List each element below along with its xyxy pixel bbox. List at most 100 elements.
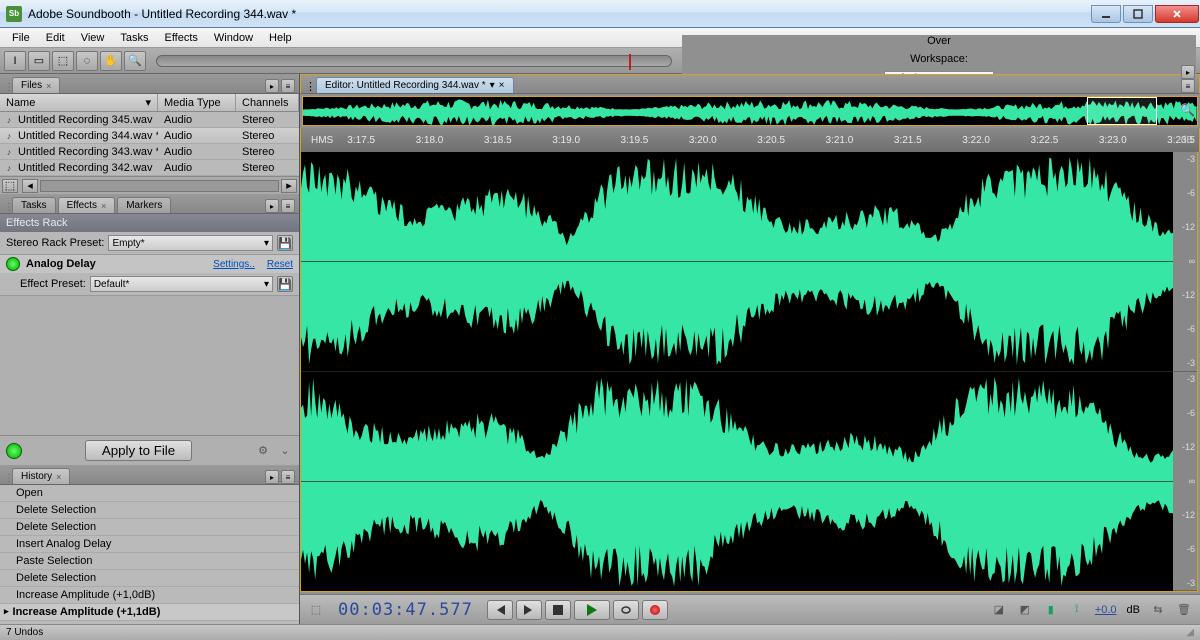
column-name[interactable]: Name▾ bbox=[0, 94, 158, 111]
column-media-type[interactable]: Media Type bbox=[158, 94, 236, 111]
file-name: Untitled Recording 345.wav bbox=[18, 114, 158, 126]
panel-grip-icon[interactable]: ⋮ bbox=[4, 82, 12, 93]
tab-editor[interactable]: Editor: Untitled Recording 344.wav *▾× bbox=[316, 77, 514, 93]
go-to-end-button[interactable] bbox=[516, 600, 542, 620]
level-meter-icon[interactable]: ⟟ bbox=[1069, 603, 1085, 617]
panel-options-button[interactable]: ≡ bbox=[1181, 79, 1195, 93]
history-item[interactable]: Open bbox=[0, 485, 299, 502]
tool-marquee[interactable]: ⬚ bbox=[52, 51, 74, 71]
history-item[interactable]: Delete Selection bbox=[0, 519, 299, 536]
effect-settings-link[interactable]: Settings.. bbox=[213, 259, 255, 270]
history-item[interactable]: Insert Analog Delay bbox=[0, 536, 299, 553]
files-scrollbar[interactable]: ⬚ ◂ ▸ bbox=[0, 176, 299, 194]
status-bar: 7 Undos ◢ bbox=[0, 624, 1200, 640]
loop-region-icon[interactable]: ⇆ bbox=[1150, 603, 1166, 617]
tool-bin-icon[interactable]: ⬚ bbox=[2, 179, 18, 193]
view-zoom-out-icon[interactable]: ◪ bbox=[991, 603, 1007, 617]
effect-power-toggle[interactable] bbox=[6, 257, 20, 271]
close-icon[interactable]: × bbox=[46, 81, 51, 91]
effects-rack-header: Effects Rack bbox=[0, 214, 299, 232]
history-item[interactable]: Paste Selection bbox=[0, 553, 299, 570]
spectral-view-icon[interactable]: ▮ bbox=[1043, 603, 1059, 617]
app-icon: Sb bbox=[6, 6, 22, 22]
navigator-slider[interactable] bbox=[156, 55, 672, 67]
panel-options-button[interactable]: ≡ bbox=[281, 199, 295, 213]
file-row[interactable]: ♪Untitled Recording 345.wavAudioStereo bbox=[0, 112, 299, 128]
rack-preset-select[interactable]: Empty*▾ bbox=[108, 235, 273, 251]
menu-window[interactable]: Window bbox=[206, 30, 261, 46]
panel-options-button[interactable]: ≡ bbox=[281, 79, 295, 93]
history-item[interactable]: Increase Amplitude (+1,0dB) bbox=[0, 587, 299, 604]
go-to-start-button[interactable] bbox=[487, 600, 513, 620]
tab-history[interactable]: History× bbox=[12, 468, 70, 484]
window-close-button[interactable] bbox=[1155, 5, 1199, 23]
tab-effects[interactable]: Effects× bbox=[58, 197, 116, 213]
rack-delete-icon[interactable]: ⌄ bbox=[277, 444, 293, 458]
panel-menu-button[interactable]: ▸ bbox=[265, 470, 279, 484]
waveform-canvas[interactable] bbox=[301, 152, 1173, 591]
panel-options-button[interactable]: ≡ bbox=[281, 470, 295, 484]
tab-tasks[interactable]: Tasks bbox=[12, 197, 56, 213]
menu-edit[interactable]: Edit bbox=[38, 30, 73, 46]
tab-files[interactable]: Files× bbox=[12, 77, 60, 93]
stop-button[interactable] bbox=[545, 600, 571, 620]
menu-tasks[interactable]: Tasks bbox=[112, 30, 156, 46]
menu-effects[interactable]: Effects bbox=[156, 30, 205, 46]
window-maximize-button[interactable] bbox=[1123, 5, 1153, 23]
close-icon[interactable]: × bbox=[499, 80, 505, 91]
volume-db-value[interactable]: +0.0 bbox=[1095, 604, 1117, 616]
file-channels: Stereo bbox=[236, 130, 274, 142]
tool-time-select[interactable]: I bbox=[4, 51, 26, 71]
menu-view[interactable]: View bbox=[73, 30, 113, 46]
history-panel-tabbar: ⋮ History× ▸≡ bbox=[0, 465, 299, 485]
panel-grip-icon[interactable]: ⋮ bbox=[4, 202, 12, 213]
file-row[interactable]: ♪Untitled Recording 344.wav *AudioStereo bbox=[0, 128, 299, 144]
loop-button[interactable] bbox=[613, 600, 639, 620]
history-item[interactable]: Delete Selection bbox=[0, 570, 299, 587]
record-button[interactable] bbox=[642, 600, 668, 620]
effect-preset-save-button[interactable]: 💾 bbox=[277, 276, 293, 292]
close-icon[interactable]: × bbox=[56, 472, 61, 482]
tool-hand[interactable]: ✋ bbox=[100, 51, 122, 71]
panel-menu-button[interactable]: ▸ bbox=[265, 199, 279, 213]
column-channels[interactable]: Channels bbox=[236, 94, 299, 111]
panel-menu-button[interactable]: ▸ bbox=[1181, 65, 1195, 79]
apply-to-file-button[interactable]: Apply to File bbox=[85, 440, 192, 461]
trash-icon[interactable]: 🗑 bbox=[1176, 603, 1192, 617]
timecode[interactable]: 00:03:47.577 bbox=[338, 600, 473, 620]
menu-help[interactable]: Help bbox=[261, 30, 300, 46]
file-channels: Stereo bbox=[236, 146, 274, 158]
scroll-right-button[interactable]: ▸ bbox=[281, 179, 297, 193]
panel-menu-button[interactable]: ▸ bbox=[265, 79, 279, 93]
scroll-track[interactable] bbox=[40, 180, 279, 192]
resize-grip-icon[interactable]: ◢ bbox=[1186, 627, 1194, 638]
history-item[interactable]: Delete Selection bbox=[0, 502, 299, 519]
play-button[interactable] bbox=[574, 600, 610, 620]
close-icon[interactable]: × bbox=[101, 201, 106, 211]
view-zoom-in-icon[interactable]: ◩ bbox=[1017, 603, 1033, 617]
history-item-current[interactable]: Increase Amplitude (+1,1dB) bbox=[0, 604, 299, 621]
tool-zoom[interactable]: 🔍 bbox=[124, 51, 146, 71]
window-minimize-button[interactable] bbox=[1091, 5, 1121, 23]
rack-power-toggle[interactable] bbox=[6, 443, 22, 459]
preset-save-button[interactable]: 💾 bbox=[277, 235, 293, 251]
panel-grip-icon[interactable]: ⋮ bbox=[305, 80, 316, 93]
overview-viewport[interactable] bbox=[1087, 97, 1157, 125]
effect-preset-select[interactable]: Default*▾ bbox=[90, 276, 273, 292]
tool-lasso[interactable]: ◌ bbox=[76, 51, 98, 71]
time-ruler[interactable]: HMS 3:17.53:18.03:18.53:19.03:19.53:20.0… bbox=[300, 128, 1200, 152]
effect-name: Analog Delay bbox=[26, 258, 201, 270]
file-row[interactable]: ♪Untitled Recording 343.wav *AudioStereo bbox=[0, 144, 299, 160]
effect-reset-link[interactable]: Reset bbox=[267, 259, 293, 270]
menu-file[interactable]: File bbox=[4, 30, 38, 46]
rack-options-icon[interactable]: ⚙ bbox=[255, 444, 271, 458]
tab-markers[interactable]: Markers bbox=[117, 197, 171, 213]
zoom-icon[interactable]: 🔍 bbox=[1180, 103, 1195, 117]
options-icon[interactable]: ⬚ bbox=[308, 603, 324, 617]
scroll-left-button[interactable]: ◂ bbox=[22, 179, 38, 193]
tool-freq-select[interactable]: ▭ bbox=[28, 51, 50, 71]
waveform-overview[interactable]: 🔍 bbox=[302, 96, 1198, 126]
panel-grip-icon[interactable]: ⋮ bbox=[4, 473, 12, 484]
audio-icon: ♪ bbox=[0, 163, 18, 173]
file-row[interactable]: ♪Untitled Recording 342.wavAudioStereo bbox=[0, 160, 299, 176]
